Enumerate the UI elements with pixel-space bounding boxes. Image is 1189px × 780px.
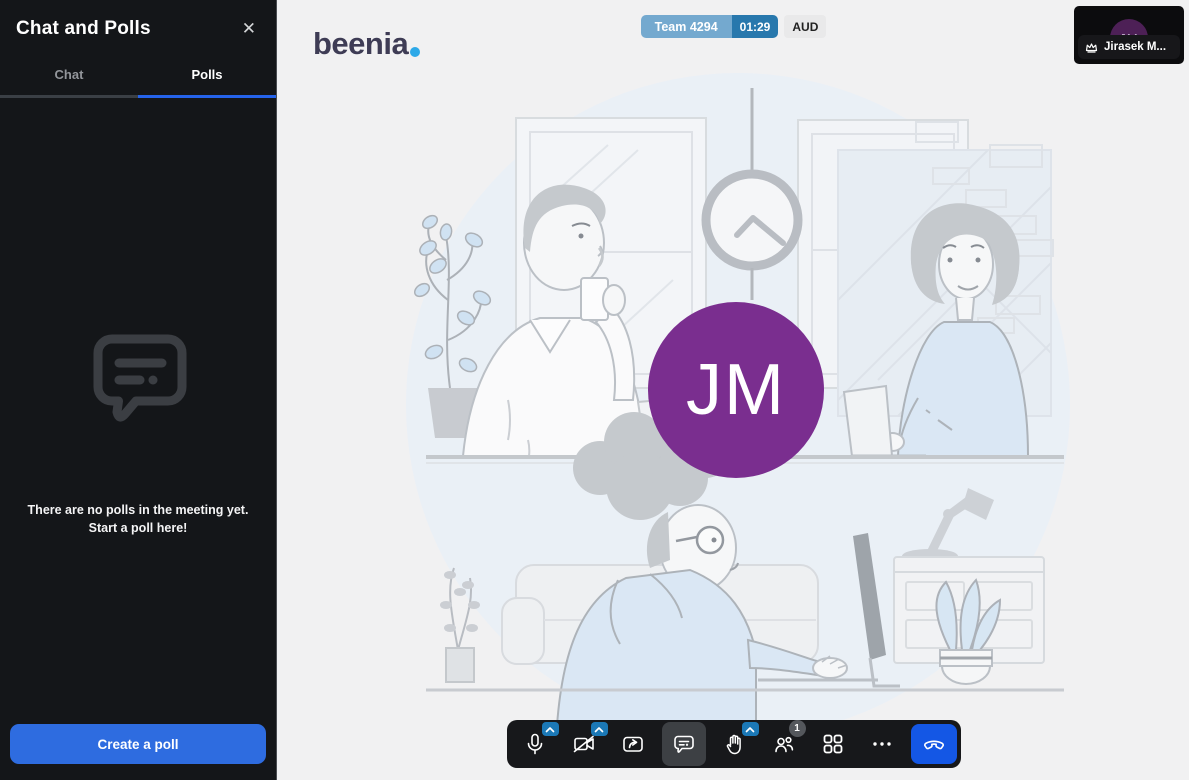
participants-count-badge: 1 (789, 720, 806, 737)
raise-hand-button[interactable] (715, 724, 755, 764)
end-call-button[interactable] (911, 724, 957, 764)
crown-icon (1085, 42, 1098, 53)
raise-hand-options-expander[interactable] (742, 722, 759, 736)
meeting-timer-badge: 01:29 (732, 15, 779, 38)
room-pill: Team 4294 01:29 (641, 15, 779, 38)
beenia-logo: beenia (313, 26, 420, 62)
panel-tabs: Chat Polls (0, 55, 276, 98)
meeting-stage: beenia Team 4294 01:29 AUD JM Jirasek M.… (278, 0, 1189, 780)
polls-panel-body: There are no polls in the meeting yet. S… (0, 98, 276, 724)
more-options-button[interactable] (862, 724, 902, 764)
audio-mode-badge: AUD (784, 15, 826, 38)
grid-view-icon (821, 732, 845, 756)
empty-state-line1: There are no polls in the meeting yet. (28, 501, 249, 519)
chat-bubble-icon (74, 313, 202, 441)
tab-polls[interactable]: Polls (138, 55, 276, 98)
phone-hangup-icon (921, 731, 947, 757)
empty-state-line2: Start a poll here! (28, 519, 249, 537)
logo-dot (410, 47, 420, 57)
create-poll-button[interactable]: Create a poll (10, 724, 266, 764)
chat-icon (672, 732, 696, 756)
active-speaker-avatar: JM (648, 302, 824, 478)
participant-name-tag: Jirasek M... (1078, 35, 1180, 59)
participant-name: Jirasek M... (1104, 41, 1166, 53)
grid-view-button[interactable] (813, 724, 853, 764)
panel-header: Chat and Polls ✕ (0, 0, 276, 55)
microphone-options-expander[interactable] (542, 722, 559, 736)
ellipsis-icon (870, 732, 894, 756)
control-bar: 1 (507, 720, 961, 768)
close-icon[interactable]: ✕ (238, 16, 260, 41)
participants-button[interactable]: 1 (764, 724, 804, 764)
participant-tile[interactable]: JM Jirasek M... (1074, 6, 1184, 64)
panel-title: Chat and Polls (16, 18, 151, 40)
room-name-badge: Team 4294 (641, 15, 732, 38)
polls-empty-state: There are no polls in the meeting yet. S… (28, 313, 249, 537)
camera-options-expander[interactable] (591, 722, 608, 736)
share-screen-icon (621, 732, 645, 756)
camera-button[interactable] (564, 724, 604, 764)
logo-text: beenia (313, 26, 408, 62)
microphone-button[interactable] (515, 724, 555, 764)
tab-chat[interactable]: Chat (0, 55, 138, 98)
chat-button[interactable] (662, 722, 706, 766)
chat-and-polls-panel: Chat and Polls ✕ Chat Polls There are no… (0, 0, 277, 780)
share-screen-button[interactable] (613, 724, 653, 764)
